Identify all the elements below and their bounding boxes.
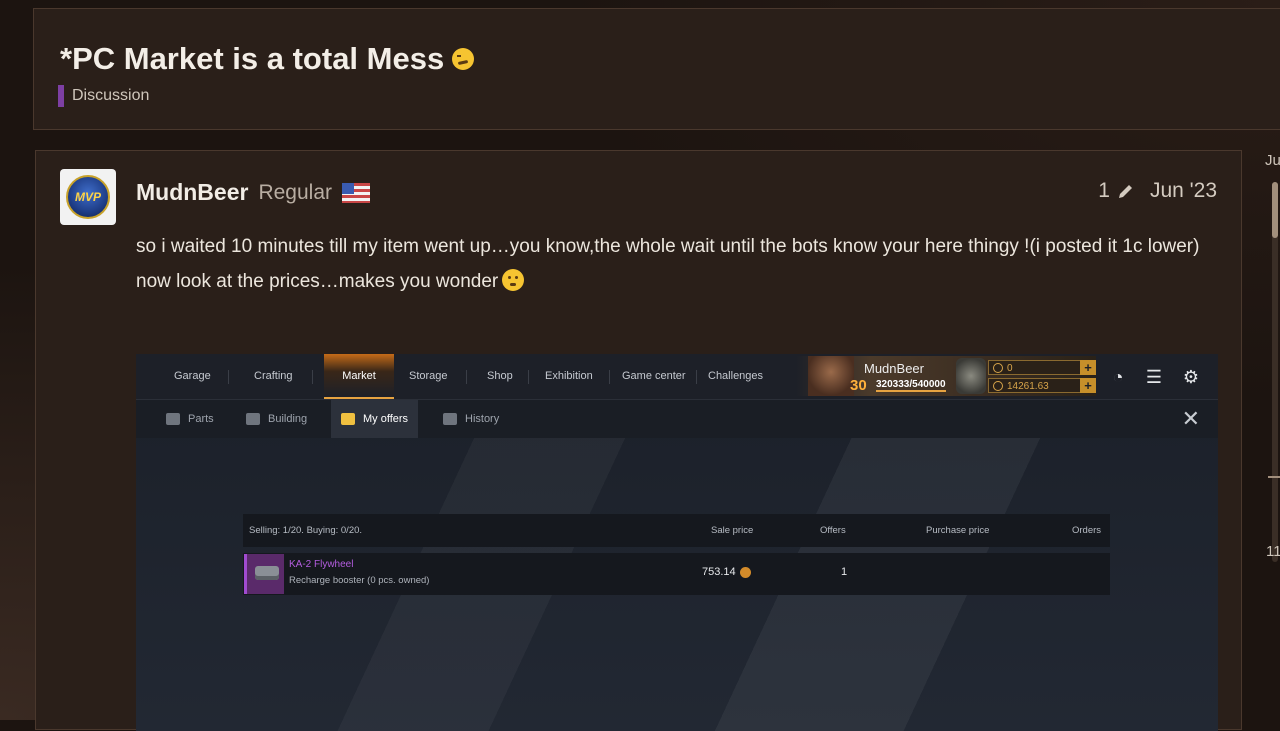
thinking-emoji-icon <box>502 269 525 291</box>
plus-icon: + <box>1080 360 1096 375</box>
item-description: Recharge booster (0 pcs. owned) <box>289 575 430 586</box>
player-name: MudnBeer <box>864 361 924 376</box>
timeline-bottom-label[interactable]: 11 <box>1266 543 1280 560</box>
speedometer-icon: ◔ <box>1112 367 1124 387</box>
post-body-line-2-text: now look at the prices…makes you wonder <box>136 271 499 292</box>
history-icon <box>443 413 457 425</box>
subtab-my-offers: My offers <box>331 400 419 438</box>
tab-separator <box>528 370 529 384</box>
subtab-parts-label: Parts <box>188 413 214 425</box>
subtab-history-label: History <box>465 413 500 425</box>
flywheel-item-icon <box>244 554 284 594</box>
col-purchase-price: Purchase price <box>926 525 990 536</box>
post-date[interactable]: Jun '23 <box>1150 179 1217 203</box>
timeline-track[interactable] <box>1272 182 1278 562</box>
player-portrait <box>808 356 854 396</box>
currency-coins: 14261.63 + <box>988 378 1096 393</box>
subtab-building-label: Building <box>268 413 308 425</box>
subtab-parts: Parts <box>156 400 224 438</box>
player-xp: 320333/540000 <box>876 379 946 392</box>
coin-icon <box>739 566 751 578</box>
offer-row: KA-2 Flywheel Recharge booster (0 pcs. o… <box>243 553 1110 595</box>
edit-count: 1 <box>1098 179 1110 202</box>
avatar[interactable]: MVP <box>60 169 116 225</box>
post-meta: MudnBeer Regular <box>136 179 370 206</box>
dog-badge-icon <box>956 358 986 394</box>
tab-separator <box>696 370 697 384</box>
category-badge[interactable]: Discussion <box>58 85 149 107</box>
game-tab-crafting: Crafting <box>254 370 293 382</box>
plus-icon: + <box>1080 378 1096 393</box>
tab-separator <box>466 370 467 384</box>
offers-table-header: Selling: 1/20. Buying: 0/20. Sale price … <box>243 514 1110 547</box>
currency-coins-value: 14261.63 <box>1007 381 1049 392</box>
gear-icon: ⚙ <box>1182 367 1200 387</box>
close-icon: ✕ <box>1181 406 1200 431</box>
tab-separator <box>228 370 229 384</box>
offers-summary: Selling: 1/20. Buying: 0/20. <box>249 525 363 536</box>
chat-icon: ☰ <box>1145 367 1163 387</box>
coin-icon <box>993 363 1003 373</box>
timeline-handle[interactable] <box>1272 182 1278 238</box>
post-body-line-1: so i waited 10 minutes till my item went… <box>136 236 1200 257</box>
topic-header: *PC Market is a total Mess Discussion <box>33 8 1280 130</box>
game-tab-shop: Shop <box>487 370 513 382</box>
post: MVP MudnBeer Regular 1 Jun '23 so i wait… <box>35 150 1242 731</box>
game-tab-exhibition: Exhibition <box>545 370 593 382</box>
tab-separator <box>312 370 313 384</box>
player-level: 30 <box>850 377 867 394</box>
avatar-mvp-badge: MVP <box>66 175 110 219</box>
subtab-my-offers-label: My offers <box>363 413 409 425</box>
topic-title[interactable]: *PC Market is a total Mess <box>60 41 475 77</box>
currency-gold-value: 0 <box>1007 363 1013 374</box>
game-tab-garage: Garage <box>174 370 211 382</box>
pencil-icon <box>1118 185 1132 198</box>
game-tab-challenges: Challenges <box>708 370 764 382</box>
topic-title-text: *PC Market is a total Mess <box>60 41 445 76</box>
item-name: KA-2 Flywheel <box>289 559 354 570</box>
game-nav-bar: Garage Crafting Market Storage Shop Exhi… <box>136 354 1218 400</box>
parts-icon <box>166 413 180 425</box>
item-sale-price-value: 753.14 <box>702 566 736 578</box>
category-color-bar <box>58 85 64 107</box>
username[interactable]: MudnBeer <box>136 179 248 206</box>
embedded-screenshot[interactable]: Garage Crafting Market Storage Shop Exhi… <box>136 354 1218 731</box>
tab-separator <box>609 370 610 384</box>
player-panel: MudnBeer 30 320333/540000 0 + 14261.63 + <box>796 356 1096 396</box>
building-icon <box>246 413 260 425</box>
edit-history-button[interactable]: 1 <box>1098 179 1136 203</box>
timeline-tick <box>1268 476 1280 478</box>
item-sale-price: 753.14 <box>702 566 751 578</box>
post-body: so i waited 10 minutes till my item went… <box>136 229 1226 299</box>
post-info: 1 Jun '23 <box>1098 179 1217 203</box>
smirk-emoji-icon <box>452 48 475 70</box>
market-sub-nav: Parts Building My offers History <box>136 400 1218 438</box>
col-sale-price: Sale price <box>711 525 754 536</box>
game-tab-market: Market <box>324 354 394 399</box>
subtab-history: History <box>433 400 509 438</box>
post-body-line-2: now look at the prices…makes you wonder <box>136 264 1226 299</box>
us-flag-icon <box>342 182 370 203</box>
col-offers: Offers <box>820 525 846 536</box>
timeline-top-label[interactable]: Ju <box>1265 152 1280 169</box>
game-tab-storage: Storage <box>409 370 448 382</box>
coin-icon <box>993 381 1003 391</box>
tag-icon <box>341 413 355 425</box>
currency-gold: 0 + <box>988 360 1096 375</box>
game-tab-game-center: Game center <box>622 370 686 382</box>
user-title: Regular <box>258 180 332 204</box>
item-offers-count: 1 <box>841 566 848 578</box>
col-orders: Orders <box>1072 525 1102 536</box>
subtab-building: Building <box>236 400 317 438</box>
category-label: Discussion <box>72 87 150 104</box>
